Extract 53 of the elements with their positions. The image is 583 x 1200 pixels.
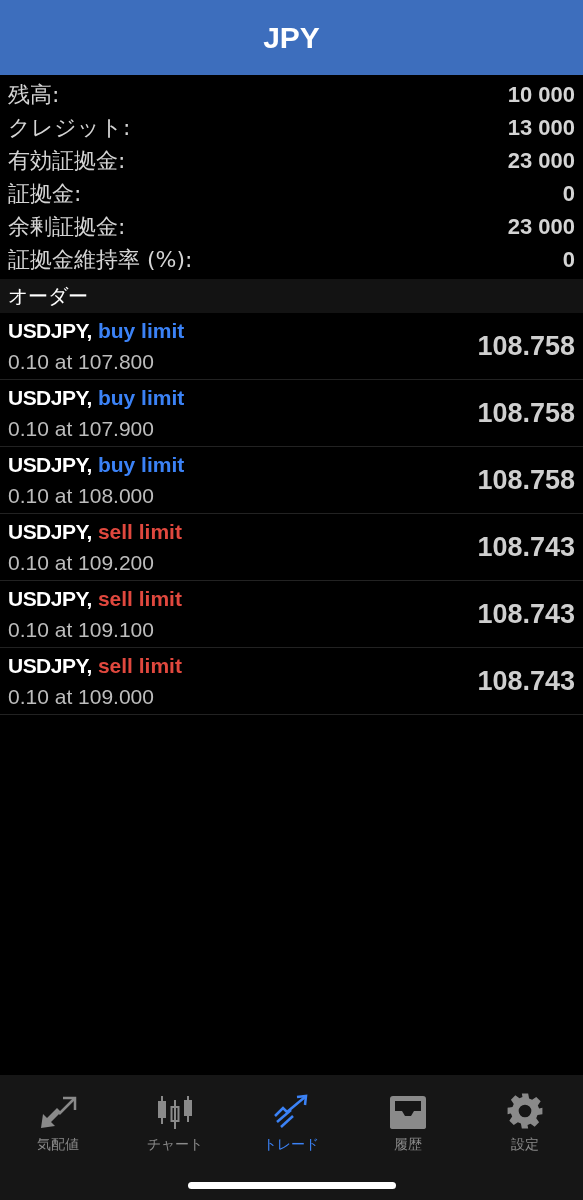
tab-button[interactable]: 設定	[466, 1075, 583, 1155]
tab-button[interactable]: 気配値	[0, 1075, 117, 1155]
summary-value: 23 000	[507, 213, 575, 241]
order-symbol: USDJPY,	[8, 384, 92, 411]
settings-icon	[505, 1092, 544, 1130]
order-row[interactable]: USDJPY, buy limit 0.10 at 107.900 108.758	[0, 380, 583, 447]
currency-title: JPY	[263, 20, 320, 56]
order-price: 108.743	[477, 664, 575, 698]
order-symbol: USDJPY,	[8, 652, 92, 679]
order-type: sell limit	[97, 652, 182, 679]
order-row[interactable]: USDJPY, buy limit 0.10 at 107.800 108.758	[0, 313, 583, 380]
order-detail: 0.10 at 109.100	[8, 617, 155, 643]
tab-button[interactable]: チャート	[116, 1075, 234, 1155]
summary-label: 余剰証拠金:	[8, 213, 126, 241]
order-symbol: USDJPY,	[8, 518, 92, 545]
tab-button[interactable]: 履歴	[349, 1075, 467, 1155]
order-symbol: USDJPY,	[8, 585, 92, 612]
order-detail: 0.10 at 108.000	[8, 483, 155, 509]
section-title: オーダー	[8, 283, 88, 310]
order-detail: 0.10 at 107.900	[8, 416, 155, 442]
order-symbol: USDJPY,	[8, 451, 92, 478]
tab-button[interactable]: トレード	[233, 1075, 350, 1155]
order-type: sell limit	[97, 585, 182, 612]
order-price: 108.758	[477, 329, 575, 363]
candlestick-icon	[155, 1094, 194, 1130]
summary-label: 証拠金維持率 (%):	[8, 246, 193, 274]
order-price: 108.743	[477, 530, 575, 564]
summary-value: 13 000	[507, 114, 575, 142]
inbox-tray-icon	[389, 1094, 428, 1130]
summary-value: 10 000	[507, 81, 575, 109]
summary-label: 残高:	[8, 81, 60, 109]
order-row[interactable]: USDJPY, sell limit 0.10 at 109.200 108.743	[0, 514, 583, 581]
summary-value: 23 000	[507, 147, 575, 175]
summary-value: 0	[562, 246, 575, 274]
order-price: 108.758	[477, 396, 575, 430]
summary-label: 有効証拠金:	[8, 147, 126, 175]
summary-label: クレジット:	[8, 114, 131, 142]
order-type: sell limit	[97, 518, 182, 545]
order-type: buy limit	[97, 384, 185, 411]
order-detail: 0.10 at 107.800	[8, 349, 155, 375]
summary-value: 0	[562, 180, 575, 208]
summary-label: 証拠金:	[8, 180, 82, 208]
order-row[interactable]: USDJPY, sell limit 0.10 at 109.100 108.743	[0, 581, 583, 648]
order-row[interactable]: USDJPY, sell limit 0.10 at 109.000 108.743	[0, 648, 583, 715]
double-arrow-icon	[39, 1096, 78, 1130]
order-price: 108.758	[477, 463, 575, 497]
order-type: buy limit	[97, 317, 185, 344]
order-symbol: USDJPY,	[8, 317, 92, 344]
order-type: buy limit	[97, 451, 185, 478]
order-detail: 0.10 at 109.200	[8, 550, 155, 576]
order-row[interactable]: USDJPY, buy limit 0.10 at 108.000 108.758	[0, 447, 583, 514]
order-price: 108.743	[477, 597, 575, 631]
order-detail: 0.10 at 109.000	[8, 684, 155, 710]
